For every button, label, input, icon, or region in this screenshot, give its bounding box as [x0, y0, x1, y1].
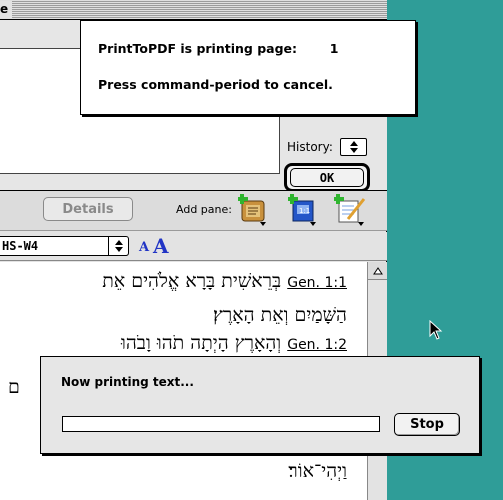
details-button[interactable]: Details — [43, 197, 133, 221]
print-status-message: PrintToPDF is printing page: — [98, 41, 298, 56]
scroll-up-arrow-icon — [372, 266, 383, 274]
book-pane-icon[interactable]: 1:1 — [288, 193, 320, 227]
add-pane-label: Add pane: — [176, 203, 232, 216]
verse-text: הַשָּׁמַיִם וְאֵת הָאָרֶץ׃ — [213, 304, 347, 326]
up-down-arrows-icon — [108, 237, 128, 255]
verse-reference[interactable]: Gen. 1:2 — [287, 337, 347, 353]
version-row: HS-W4 A A — [0, 232, 387, 261]
cancel-hint: Press command-period to cancel. — [98, 77, 333, 92]
verse-reference[interactable]: Gen. 1:1 — [287, 275, 347, 291]
toolbar: Details Add pane: 1:1 — [0, 191, 387, 231]
progress-message: Now printing text... — [61, 375, 194, 389]
verse-fragment: ם — [8, 376, 20, 398]
progress-dialog: Now printing text... Stop — [40, 356, 480, 454]
mouse-pointer-icon — [429, 320, 443, 340]
panel-chip — [0, 95, 20, 123]
print-status-dialog: PrintToPDF is printing page: 1 Press com… — [80, 20, 416, 115]
verse-line: Gen. 1:2 וְהָאָרֶץ הָיְתָה תֹהוּ וָבֹהוּ — [121, 332, 347, 355]
window-titlebar[interactable]: e — [0, 0, 387, 20]
verse-line: וַיְהִי־אוֹר׃ — [288, 460, 347, 483]
scroll-pane-icon[interactable] — [238, 193, 270, 227]
version-select[interactable]: HS-W4 — [0, 236, 129, 256]
page-number: 1 — [329, 41, 339, 56]
verse-text: וְהָאָרֶץ הָיְתָה תֹהוּ וָבֹהוּ — [121, 332, 282, 354]
verse-line: Gen. 1:1 בְּרֵאשִׁית בָּרָא אֱלֹהִים אֵת — [102, 270, 347, 293]
stop-button[interactable]: Stop — [394, 413, 460, 436]
svg-text:1:1: 1:1 — [299, 207, 310, 215]
print-status-line: PrintToPDF is printing page: 1 — [98, 41, 338, 56]
up-down-arrows-icon — [349, 141, 358, 153]
font-smaller-button[interactable]: A — [139, 240, 149, 255]
history-label: History: — [287, 140, 333, 154]
verse-line: הַשָּׁמַיִם וְאֵת הָאָרֶץ׃ — [213, 304, 347, 327]
window-title: e — [0, 1, 12, 18]
verse-text: בְּרֵאשִׁית בָּרָא אֱלֹהִים אֵת — [102, 270, 282, 292]
progress-bar — [62, 416, 380, 432]
scroll-up-button[interactable] — [368, 262, 387, 280]
ok-button[interactable]: OK — [284, 163, 370, 192]
version-select-value: HS-W4 — [2, 239, 39, 253]
font-larger-button[interactable]: A — [153, 234, 169, 258]
notes-pane-icon[interactable] — [334, 193, 366, 227]
verse-text: וַיְהִי־אוֹר׃ — [288, 460, 347, 482]
history-stepper[interactable] — [340, 138, 367, 156]
ok-button-label: OK — [290, 168, 364, 187]
